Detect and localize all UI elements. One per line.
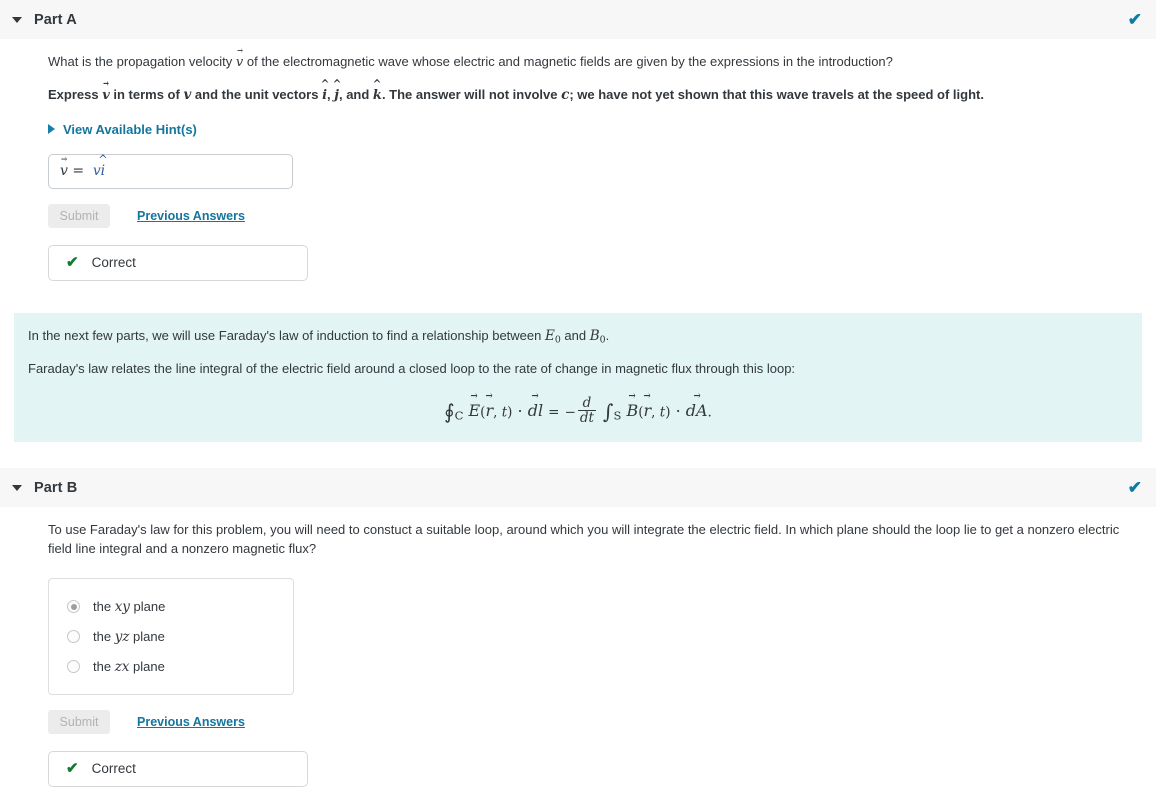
choice-yz-label: the yz plane [93,629,165,645]
part-a-question-line-2: Express v in terms of v and the unit vec… [48,73,1142,106]
surface-subscript-S: S [613,408,622,423]
caret-down-icon [12,16,22,23]
part-a-submit-button[interactable]: Submit [48,203,110,228]
answer-equals: = [67,163,89,180]
choice-yz-plane[interactable]: the yz plane [49,622,293,652]
qa-l2-d: . The answer will not involve [381,86,562,102]
position-vector-r-2: r [644,401,652,420]
part-b-submit-button[interactable]: Submit [48,709,110,734]
part-a-status-check-icon: ✔ [1127,10,1142,29]
part-b-body: To use Faraday's law for this problem, y… [0,507,1156,787]
dA-vector: dA [686,401,708,420]
part-b-collapse-toggle[interactable] [0,484,34,491]
part-a-header[interactable]: Part A ✔ [0,0,1156,39]
velocity-vector-symbol-2: v [102,87,110,106]
contour-integral-icon: ∮ [444,399,455,424]
choice-xy-label: the xy plane [93,599,165,615]
d-dt-fraction: d dt [577,395,596,427]
choice-zx-label: the zx plane [93,659,165,675]
velocity-vector-symbol: v [236,54,243,73]
choice-zx-plane[interactable]: the zx plane [49,652,293,682]
eq-close-1: ) [507,404,513,420]
position-vector-r: r [485,401,493,420]
dot-product-operator-1: · [517,401,523,420]
contour-subscript-C: C [454,408,464,423]
answer-unit-vector-i: i [101,163,105,179]
choice-yz-prefix: the [93,628,115,644]
choice-xy-suffix: plane [129,598,166,614]
part-b-feedback-box: ✔ Correct [48,750,308,787]
radio-yz-plane[interactable] [67,630,80,644]
choice-xy-prefix: the [93,598,115,614]
info-l1-a: In the next few parts, we will use Farad… [28,327,545,343]
qa-comma-2: , and [338,86,373,102]
B0-symbol: B [589,327,600,344]
info-line-2: Faraday's law relates the line integral … [28,360,796,376]
d-dt-denominator: dt [577,410,596,427]
dl-vector: dl [528,401,543,420]
eq-close-2: ) [665,404,671,420]
E-field-vector: E [468,401,480,420]
part-b-status-check-icon: ✔ [1127,478,1142,498]
eq-comma-2: , [651,404,660,420]
info-l1-b: and [560,327,590,343]
part-b-title: Part B [34,479,78,496]
info-l1-c: . [605,327,610,343]
unit-vector-j: j [334,87,339,106]
choice-zx-suffix: plane [129,658,165,674]
qa-l2-a: Express [48,86,103,102]
eq-equals: = [548,404,560,420]
radio-zx-plane[interactable] [67,660,80,674]
part-a-feedback-box: ✔ Correct [48,244,308,281]
surface-integral-icon: ∫ [603,399,614,424]
E0-symbol: E [545,327,555,344]
part-a-collapse-toggle[interactable] [0,16,34,23]
faraday-law-equation: ∮C E(r, t) · dl = −ddt ∫S B(r, t) · dA. [28,379,1128,427]
part-a-answer-input[interactable]: v = vi [48,153,293,189]
part-b-feedback-label: Correct [91,761,136,777]
qa-l1-post: of the electromagnetic wave whose electr… [243,54,893,69]
problem-page: Part A ✔ What is the propagation velocit… [0,0,1156,787]
part-b-correct-check-icon: ✔ [66,760,79,778]
eq-period: . [707,404,712,420]
part-b-choices: the xy plane the yz plane the zx plane [48,577,294,695]
part-b-question: To use Faraday's law for this problem, y… [48,522,1120,557]
unit-vector-i: i [322,87,327,106]
part-b-header[interactable]: Part B ✔ [0,468,1156,508]
choice-yz-suffix: plane [129,628,165,644]
part-b-submit-row: Submit Previous Answers [48,709,1142,734]
qa-l2-e: ; we have not yet shown that this wave t… [569,86,984,102]
faraday-info-panel: In the next few parts, we will use Farad… [14,312,1142,443]
choice-xy-symbol: xy [114,598,130,615]
unit-vector-k: k [373,87,382,106]
part-a-answer-content: v = vi [60,163,105,179]
qa-l2-c: and the unit vectors [191,86,323,102]
choice-yz-symbol: yz [114,628,130,645]
B-field-vector: B [626,401,638,420]
part-a-feedback-label: Correct [91,255,136,271]
d-dt-numerator: d [582,395,592,412]
choice-xy-plane[interactable]: the xy plane [49,592,293,622]
part-a-hints-row[interactable]: View Available Hint(s) [48,106,1142,137]
qa-l1-pre: What is the propagation velocity [48,54,236,69]
info-line-1: In the next few parts, we will use Farad… [28,327,1128,347]
part-b-previous-answers-link[interactable]: Previous Answers [137,715,245,729]
part-a-title: Part A [34,11,77,28]
part-a-body: What is the propagation velocity v of th… [0,39,1156,281]
part-a-previous-answers-link[interactable]: Previous Answers [137,209,245,223]
radio-xy-plane[interactable] [67,600,80,614]
eq-comma-1: , [493,404,502,420]
eq-minus: − [564,404,576,420]
choice-zx-symbol: zx [114,658,130,675]
qa-l2-b: in terms of [109,86,184,102]
answer-lhs-vector: v [60,163,68,179]
part-a-submit-row: Submit Previous Answers [48,203,1142,228]
part-a-correct-check-icon: ✔ [66,254,79,272]
dot-product-operator-2: · [675,401,681,420]
part-a-question-line-1: What is the propagation velocity v of th… [48,39,1142,73]
caret-down-icon [12,484,22,491]
part-a-view-hints-link[interactable]: View Available Hint(s) [63,122,197,137]
choice-zx-prefix: the [93,658,115,674]
caret-right-icon [48,124,55,135]
